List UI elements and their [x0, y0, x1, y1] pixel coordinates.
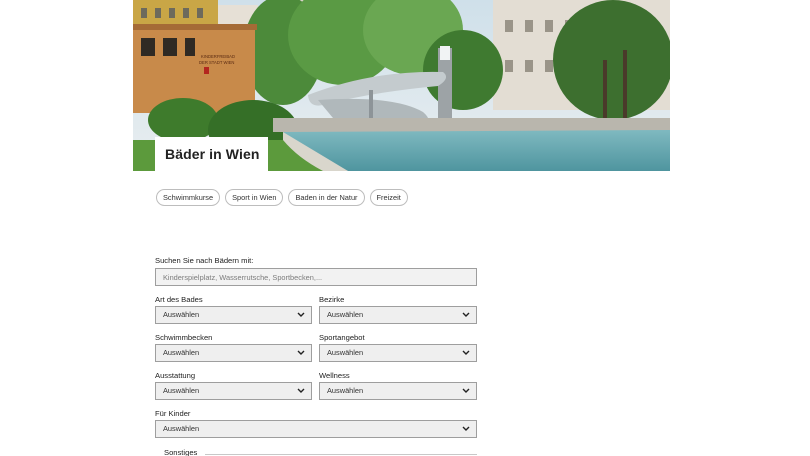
tag-sport-in-wien[interactable]: Sport in Wien	[225, 189, 284, 206]
fuer-kinder-label: Für Kinder	[155, 409, 191, 418]
hero-title-box: Bäder in Wien	[155, 137, 268, 171]
sportangebot-select[interactable]: Auswählen	[319, 344, 477, 362]
chevron-down-icon	[462, 426, 470, 431]
ausstattung-value: Auswählen	[163, 386, 200, 395]
sportangebot-value: Auswählen	[327, 348, 364, 357]
chevron-down-icon	[462, 312, 470, 317]
sonstiges-divider	[205, 454, 477, 455]
schwimmbecken-select[interactable]: Auswählen	[155, 344, 312, 362]
sonstiges-label: Sonstiges	[164, 448, 198, 456]
topic-tags: Schwimmkurse Sport in Wien Baden in der …	[156, 189, 408, 206]
tag-freizeit[interactable]: Freizeit	[369, 189, 408, 206]
hero-image: KINDERFREIBAD DER STADT WIEN Bäder in Wi…	[133, 0, 670, 171]
ausstattung-select[interactable]: Auswählen	[155, 382, 312, 400]
sign-line-1: KINDERFREIBAD	[201, 54, 235, 59]
fuer-kinder-value: Auswählen	[163, 424, 200, 433]
chevron-down-icon	[297, 388, 305, 393]
page-title: Bäder in Wien	[165, 146, 260, 162]
wellness-select[interactable]: Auswählen	[319, 382, 477, 400]
chevron-down-icon	[297, 350, 305, 355]
chevron-down-icon	[462, 350, 470, 355]
tag-schwimmkurse[interactable]: Schwimmkurse	[156, 189, 221, 206]
ausstattung-label: Ausstattung	[155, 371, 196, 380]
search-label: Suchen Sie nach Bädern mit:	[155, 256, 254, 265]
art-des-bades-label: Art des Bades	[155, 295, 203, 304]
sign-line-2: DER STADT WIEN	[199, 60, 234, 65]
tag-baden-in-der-natur[interactable]: Baden in der Natur	[288, 189, 365, 206]
schwimmbecken-label: Schwimmbecken	[155, 333, 213, 342]
wellness-label: Wellness	[319, 371, 350, 380]
chevron-down-icon	[297, 312, 305, 317]
search-input[interactable]	[155, 268, 477, 286]
coat-of-arms-icon	[204, 67, 209, 74]
bezirke-value: Auswählen	[327, 310, 364, 319]
schwimmbecken-value: Auswählen	[163, 348, 200, 357]
chevron-down-icon	[462, 388, 470, 393]
bezirke-select[interactable]: Auswählen	[319, 306, 477, 324]
fuer-kinder-select[interactable]: Auswählen	[155, 420, 477, 438]
art-des-bades-value: Auswählen	[163, 310, 200, 319]
bezirke-label: Bezirke	[319, 295, 345, 304]
wellness-value: Auswählen	[327, 386, 364, 395]
sportangebot-label: Sportangebot	[319, 333, 365, 342]
art-des-bades-select[interactable]: Auswählen	[155, 306, 312, 324]
